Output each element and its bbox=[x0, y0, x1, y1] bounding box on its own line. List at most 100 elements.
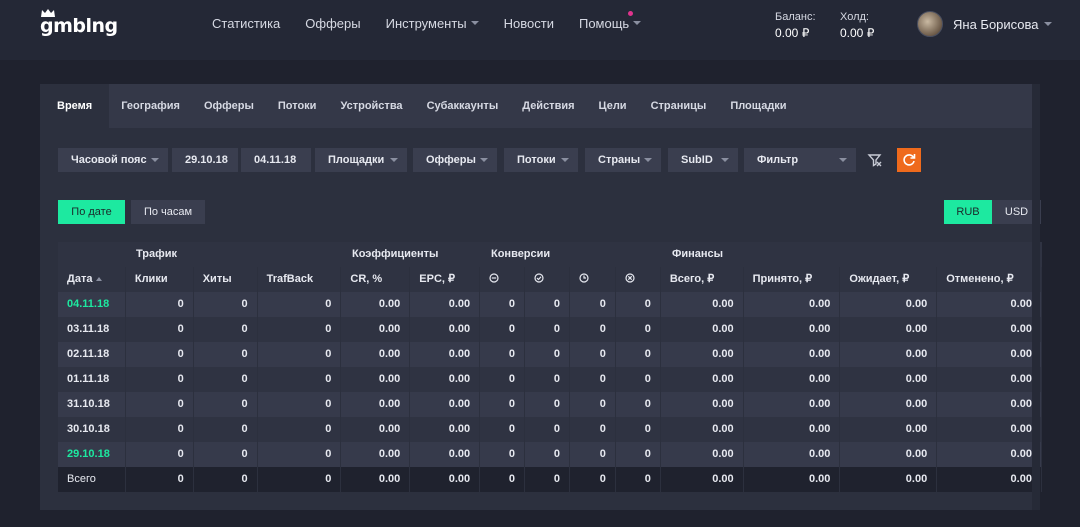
column-header-conv-approved[interactable] bbox=[525, 267, 570, 292]
statistics-panel: Время География Офферы Потоки Устройства… bbox=[40, 84, 1042, 510]
by-date-button[interactable]: По дате bbox=[58, 200, 125, 224]
tab-platforms[interactable]: Площадки bbox=[718, 84, 798, 128]
currency-usd-button[interactable]: USD bbox=[992, 200, 1041, 224]
subid-select[interactable]: SubID bbox=[668, 148, 738, 172]
clear-filter-button[interactable] bbox=[863, 148, 887, 172]
offers-select[interactable]: Офферы bbox=[413, 148, 497, 172]
filter-label: Фильтр bbox=[757, 154, 799, 166]
column-header-label: Отменено, ₽ bbox=[946, 273, 1014, 285]
countries-select[interactable]: Страны bbox=[585, 148, 661, 172]
tab-actions[interactable]: Действия bbox=[510, 84, 586, 128]
chevron-down-icon bbox=[721, 158, 729, 162]
cell-date: 02.11.18 bbox=[58, 342, 126, 367]
cell-conv-cancelled: 0 bbox=[616, 417, 661, 442]
cell-pending: 0.00 bbox=[840, 317, 938, 342]
cell-conv-pending: 0 bbox=[570, 342, 616, 367]
column-header-label: TrafBack bbox=[266, 273, 314, 285]
cell-date: Всего bbox=[58, 467, 126, 492]
cell-date[interactable]: 04.11.18 bbox=[58, 292, 126, 317]
nav-offers[interactable]: Офферы bbox=[305, 16, 360, 36]
logo[interactable]: gmblng bbox=[39, 9, 118, 39]
cell-accepted: 0.00 bbox=[744, 367, 841, 392]
cell-conv-approved: 0 bbox=[525, 417, 570, 442]
cell-pending: 0.00 bbox=[840, 467, 938, 492]
cell-total: 0.00 bbox=[661, 442, 744, 467]
streams-label: Потоки bbox=[517, 154, 556, 166]
column-header-conv-pending[interactable] bbox=[570, 267, 616, 292]
column-header-label: EPC, ₽ bbox=[419, 273, 455, 285]
column-header-cancelled[interactable]: Отменено, ₽ bbox=[937, 267, 1042, 292]
tab-geography[interactable]: География bbox=[109, 84, 192, 128]
column-header-pending[interactable]: Ожидает, ₽ bbox=[840, 267, 938, 292]
cell-total: 0.00 bbox=[661, 317, 744, 342]
timezone-select[interactable]: Часовой пояс bbox=[58, 148, 168, 172]
cell-date[interactable]: 29.10.18 bbox=[58, 442, 126, 467]
column-header-total[interactable]: Всего, ₽ bbox=[661, 267, 744, 292]
logo-text: gmblng bbox=[40, 15, 118, 37]
tab-offers[interactable]: Офферы bbox=[192, 84, 266, 128]
streams-select[interactable]: Потоки bbox=[504, 148, 578, 172]
cell-cancelled: 0.00 bbox=[937, 417, 1042, 442]
column-header-cr[interactable]: CR, % bbox=[341, 267, 411, 292]
column-header-conv-cancelled[interactable] bbox=[616, 267, 661, 292]
nav-news[interactable]: Новости bbox=[504, 16, 554, 36]
cell-conv-approved: 0 bbox=[525, 442, 570, 467]
table-column-header: Дата Клики Хиты TrafBack CR, % EPC, ₽ Всего, ₽… bbox=[58, 267, 1042, 292]
currency-rub-button[interactable]: RUB bbox=[944, 200, 992, 224]
tab-devices[interactable]: Устройства bbox=[328, 84, 414, 128]
date-to-input[interactable]: 04.11.18 bbox=[241, 148, 311, 172]
tab-streams[interactable]: Потоки bbox=[266, 84, 329, 128]
table-row: 03.11.18 0 0 0 0.00 0.00 0 0 0 0 0.00 0.00 0.00 0.00 bbox=[58, 317, 1042, 342]
cell-accepted: 0.00 bbox=[744, 292, 841, 317]
cell-conv-cancelled: 0 bbox=[616, 367, 661, 392]
column-header-epc[interactable]: EPC, ₽ bbox=[410, 267, 481, 292]
user-menu[interactable]: Яна Борисова bbox=[917, 10, 1052, 38]
cell-accepted: 0.00 bbox=[744, 342, 841, 367]
cell-conv-approved: 0 bbox=[525, 467, 570, 492]
cell-epc: 0.00 bbox=[410, 467, 481, 492]
tab-pages[interactable]: Страницы bbox=[639, 84, 719, 128]
refresh-button[interactable] bbox=[897, 148, 921, 172]
nav-help[interactable]: Помощь bbox=[579, 11, 642, 36]
by-hours-button[interactable]: По часам bbox=[131, 200, 205, 224]
cell-hits: 0 bbox=[194, 467, 258, 492]
cell-cancelled: 0.00 bbox=[937, 467, 1042, 492]
cell-pending: 0.00 bbox=[840, 442, 938, 467]
cell-epc: 0.00 bbox=[410, 442, 481, 467]
column-header-accepted[interactable]: Принято, ₽ bbox=[744, 267, 841, 292]
cell-cancelled: 0.00 bbox=[937, 342, 1042, 367]
tab-time[interactable]: Время bbox=[40, 84, 110, 128]
nav-statistics[interactable]: Статистика bbox=[212, 16, 280, 36]
cell-conv-rejected: 0 bbox=[480, 467, 526, 492]
nav-label: Статистика bbox=[212, 16, 281, 31]
filter-select[interactable]: Фильтр bbox=[744, 148, 856, 172]
cell-trafback: 0 bbox=[258, 442, 342, 467]
hold-label: Холд: bbox=[840, 11, 869, 23]
date-from-input[interactable]: 29.10.18 bbox=[172, 148, 238, 172]
tab-goals[interactable]: Цели bbox=[587, 84, 639, 128]
cell-cancelled: 0.00 bbox=[937, 292, 1042, 317]
cell-conv-pending: 0 bbox=[570, 317, 616, 342]
tab-subaccounts[interactable]: Субаккаунты bbox=[415, 84, 511, 128]
chevron-down-icon bbox=[644, 158, 652, 162]
table-group-header: Трафик Коэффициенты Конверсии Финансы bbox=[58, 242, 1042, 267]
column-header-label: Хиты bbox=[202, 273, 232, 285]
cell-hits: 0 bbox=[194, 442, 258, 467]
platforms-select[interactable]: Площадки bbox=[315, 148, 407, 172]
column-header-conv-rejected[interactable] bbox=[480, 267, 526, 292]
group-ratios: Коэффициенты bbox=[352, 248, 439, 260]
cell-hits: 0 bbox=[194, 392, 258, 417]
filter-clear-icon bbox=[867, 154, 882, 167]
column-header-hits[interactable]: Хиты bbox=[194, 267, 258, 292]
cell-accepted: 0.00 bbox=[744, 467, 841, 492]
column-header-clicks[interactable]: Клики bbox=[126, 267, 194, 292]
table-row: 29.10.18 0 0 0 0.00 0.00 0 0 0 0 0.00 0.00 0.00 0.00 bbox=[58, 442, 1042, 467]
nav-tools[interactable]: Инструменты bbox=[386, 16, 479, 36]
column-header-date[interactable]: Дата bbox=[58, 267, 126, 292]
cell-cancelled: 0.00 bbox=[937, 442, 1042, 467]
column-header-trafback[interactable]: TrafBack bbox=[258, 267, 342, 292]
cell-pending: 0.00 bbox=[840, 292, 938, 317]
cell-hits: 0 bbox=[194, 342, 258, 367]
cell-total: 0.00 bbox=[661, 467, 744, 492]
chevron-down-icon bbox=[561, 158, 569, 162]
